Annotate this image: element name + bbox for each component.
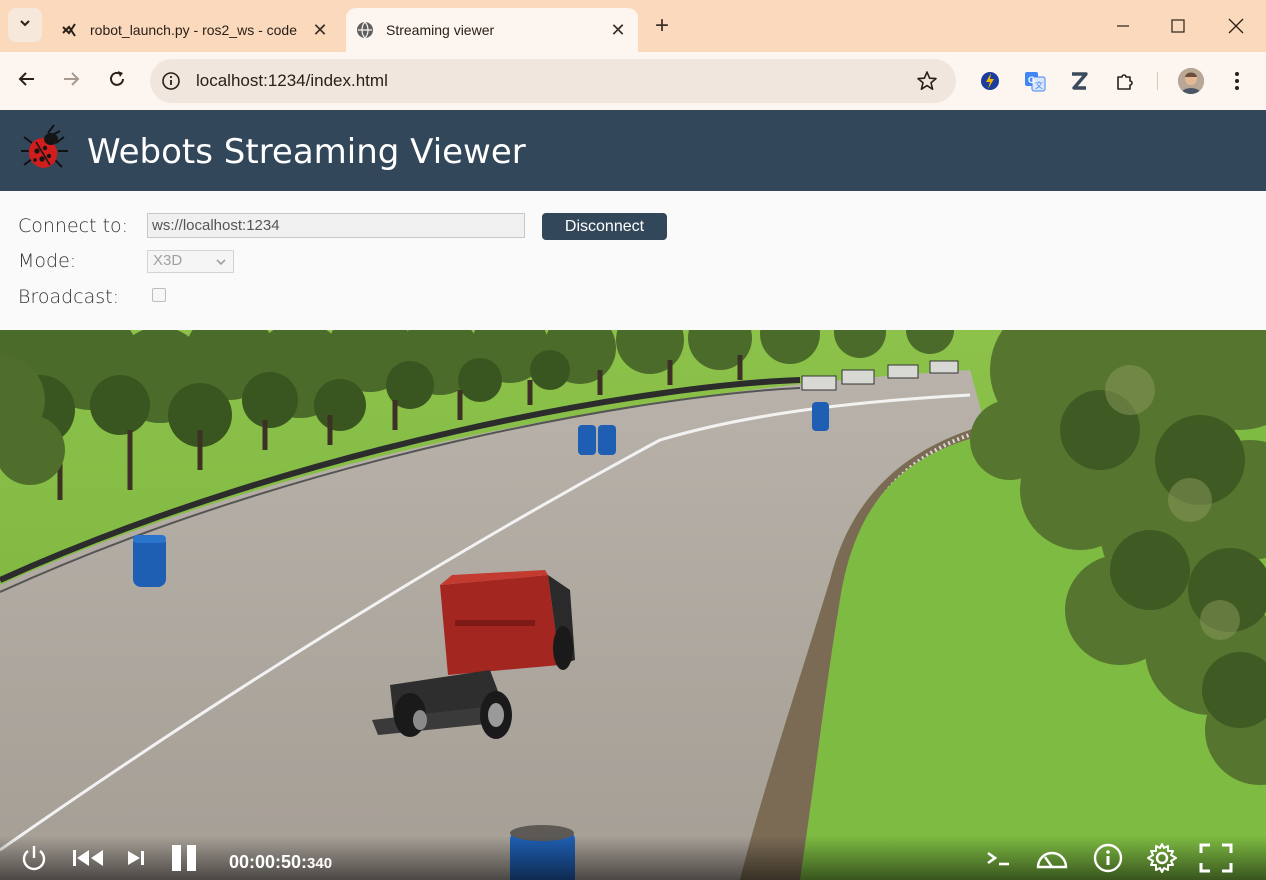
svg-text:G: G <box>1028 75 1035 85</box>
webots-ladybug-logo <box>18 123 72 177</box>
page-header: Webots Streaming Viewer <box>0 110 1266 191</box>
clock-ms: 340 <box>307 855 333 872</box>
tab-vscode[interactable]: robot_launch.py - ros2_ws - code ✕ <box>50 8 340 52</box>
connect-label: Connect to: <box>18 215 129 237</box>
tab-title: robot_launch.py - ros2_ws - code <box>90 22 297 38</box>
maximize-button[interactable] <box>1160 10 1196 42</box>
url-text[interactable]: localhost:1234/index.html <box>196 71 388 91</box>
scene-render <box>0 330 1266 880</box>
fullscreen-icon <box>1199 843 1233 878</box>
pause-button[interactable] <box>168 844 200 876</box>
broadcast-label: Broadcast: <box>18 286 120 308</box>
new-tab-button[interactable]: + <box>648 12 676 40</box>
arrow-left-icon <box>18 70 36 93</box>
mode-select-value: X3D <box>153 252 183 269</box>
reload-button[interactable] <box>100 64 134 98</box>
player-controls: 00:00:50:340 <box>0 836 1266 880</box>
tab-title: Streaming viewer <box>386 22 495 38</box>
back-button[interactable] <box>10 64 44 98</box>
profile-avatar[interactable] <box>1178 68 1204 94</box>
connection-panel: Connect to: Disconnect Mode: X3D Broadca… <box>0 191 1266 330</box>
tab-streaming-viewer[interactable]: Streaming viewer ✕ <box>346 8 638 52</box>
broadcast-checkbox[interactable] <box>152 288 166 302</box>
info-icon <box>1093 843 1123 878</box>
power-icon <box>19 843 49 878</box>
speedometer-button[interactable] <box>1036 844 1068 876</box>
clock-time: 00:00:50: <box>229 852 308 872</box>
extension-lightning-icon[interactable] <box>977 68 1003 94</box>
disconnect-button[interactable]: Disconnect <box>542 213 667 240</box>
extension-translate-icon[interactable]: G文 <box>1022 68 1048 94</box>
tab-search-button[interactable] <box>8 8 42 42</box>
chevron-down-icon <box>215 255 227 272</box>
close-tab-icon[interactable]: ✕ <box>606 18 630 42</box>
settings-button[interactable] <box>1146 842 1178 879</box>
browser-menu-icon[interactable] <box>1224 68 1250 94</box>
address-bar[interactable]: localhost:1234/index.html <box>150 59 956 103</box>
toolbar-divider <box>1157 72 1158 90</box>
info-button[interactable] <box>1092 843 1124 878</box>
minimize-button[interactable] <box>1105 10 1141 42</box>
browser-toolbar: localhost:1234/index.html G文 <box>0 52 1266 110</box>
tab-strip: robot_launch.py - ros2_ws - code ✕ Strea… <box>0 0 1266 52</box>
reset-icon <box>72 848 104 873</box>
extension-z-icon[interactable] <box>1066 68 1092 94</box>
fullscreen-button[interactable] <box>1199 843 1233 878</box>
step-button[interactable] <box>120 844 152 876</box>
forward-button[interactable] <box>54 64 88 98</box>
close-window-button[interactable] <box>1218 10 1254 42</box>
extensions-puzzle-icon[interactable] <box>1112 68 1138 94</box>
reset-button[interactable] <box>72 844 104 876</box>
bookmark-star-icon[interactable] <box>916 70 938 92</box>
mode-select[interactable]: X3D <box>147 250 234 273</box>
arrow-right-icon <box>62 70 80 93</box>
gear-icon <box>1146 842 1178 879</box>
reload-icon <box>108 70 126 93</box>
simulation-clock: 00:00:50:340 <box>229 852 332 873</box>
svg-text:文: 文 <box>1035 80 1043 90</box>
speedometer-icon <box>1035 846 1069 875</box>
terminal-button[interactable] <box>982 844 1014 876</box>
step-icon <box>126 849 146 872</box>
globe-icon <box>356 21 374 39</box>
terminal-icon <box>984 847 1012 874</box>
quit-button[interactable] <box>18 844 50 876</box>
simulation-3d-view[interactable]: 00:00:50:340 <box>0 330 1266 880</box>
pause-icon <box>169 844 199 877</box>
page-title: Webots Streaming Viewer <box>87 132 526 172</box>
site-info-icon[interactable] <box>160 70 182 92</box>
close-tab-icon[interactable]: ✕ <box>308 18 332 42</box>
mode-label: Mode: <box>18 250 77 272</box>
chevron-down-icon <box>18 16 32 35</box>
connect-url-input[interactable] <box>147 213 525 238</box>
vscode-icon <box>60 21 78 39</box>
barrel <box>133 535 166 587</box>
